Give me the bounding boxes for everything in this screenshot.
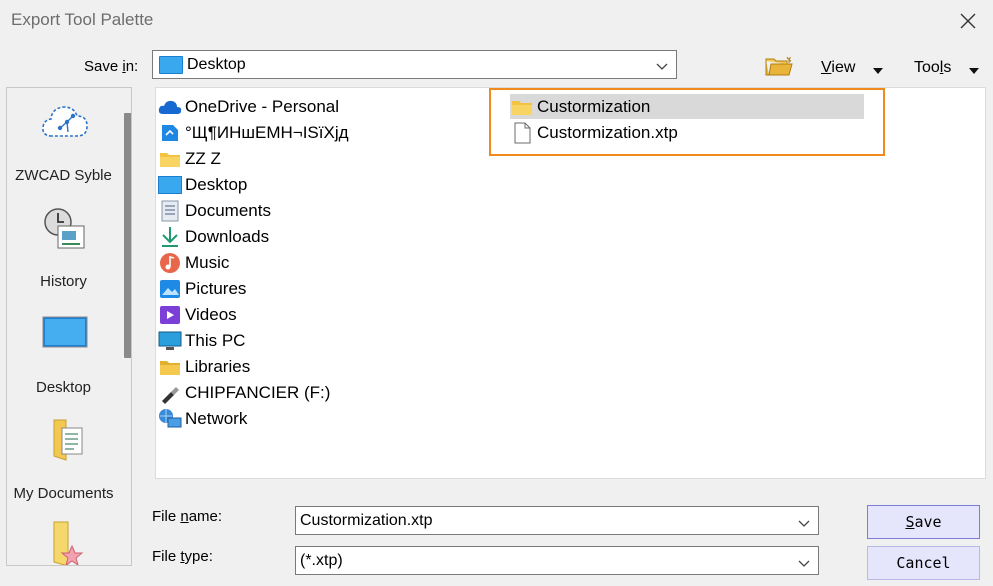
list-item[interactable]: Music <box>158 251 229 275</box>
view-menu-button[interactable]: View <box>821 59 855 77</box>
list-item[interactable]: CHIPFANCIER (F:) <box>158 381 330 405</box>
list-item[interactable]: Desktop <box>158 173 247 197</box>
caret-down-icon[interactable] <box>969 62 979 79</box>
file-name-input[interactable]: Custormization.xtp <box>295 506 819 535</box>
places-bar: ZWCAD Syble History Desktop My Documents <box>6 87 132 566</box>
place-zwcad-syble[interactable] <box>7 96 120 150</box>
place-favorites[interactable] <box>7 518 120 565</box>
cancel-button[interactable]: Cancel <box>867 546 980 580</box>
favorites-icon <box>53 521 84 565</box>
file-icon <box>510 122 534 144</box>
list-item[interactable]: Custormization.xtp <box>510 121 678 145</box>
list-item-selected[interactable]: Custormization <box>510 95 650 119</box>
pictures-icon <box>158 278 182 300</box>
close-icon <box>960 13 976 29</box>
close-button[interactable] <box>950 6 986 36</box>
chevron-down-icon <box>656 58 668 75</box>
title-bar: Export Tool Palette <box>0 0 993 42</box>
place-my-documents[interactable] <box>7 414 120 468</box>
places-scrollbar[interactable] <box>124 113 131 358</box>
onedrive-icon <box>158 96 182 118</box>
place-label: History <box>40 273 87 290</box>
new-folder-button[interactable] <box>765 56 795 78</box>
chevron-down-icon[interactable] <box>798 555 810 572</box>
file-type-label: File type: <box>152 548 213 565</box>
save-in-label: Save in: <box>84 58 139 75</box>
my-documents-icon <box>53 419 83 461</box>
file-name-value: Custormization.xtp <box>300 512 433 529</box>
place-label: My Documents <box>13 485 114 502</box>
folder-icon <box>158 148 182 170</box>
file-list[interactable]: OneDrive - Personal °Щ¶ИНшЕМН¬ISïXjд ZZ … <box>155 87 986 479</box>
computer-icon <box>158 330 182 352</box>
list-item[interactable]: Videos <box>158 303 237 327</box>
file-name-label: File name: <box>152 508 223 525</box>
save-button[interactable]: Save <box>867 505 980 539</box>
file-type-value: (*.xtp) <box>300 552 343 569</box>
download-icon <box>158 226 182 248</box>
network-icon <box>158 408 182 430</box>
libraries-icon <box>158 356 182 378</box>
caret-down-icon[interactable] <box>873 62 883 79</box>
videos-icon <box>158 304 182 326</box>
history-clock-icon <box>44 208 85 249</box>
desktop-icon <box>159 56 183 78</box>
desktop-icon <box>158 174 182 196</box>
save-in-value: Desktop <box>187 56 246 73</box>
chevron-down-icon[interactable] <box>798 515 810 532</box>
list-item[interactable]: Pictures <box>158 277 246 301</box>
folder-icon <box>510 96 534 118</box>
usb-drive-icon <box>158 382 182 404</box>
list-item[interactable]: Libraries <box>158 355 250 379</box>
list-item[interactable]: OneDrive - Personal <box>158 95 339 119</box>
app-icon <box>158 122 182 144</box>
list-item[interactable]: Documents <box>158 199 271 223</box>
music-icon <box>158 252 182 274</box>
desktop-icon <box>42 316 88 348</box>
cloud-share-icon <box>42 106 88 137</box>
file-type-dropdown[interactable]: (*.xtp) <box>295 546 819 575</box>
place-desktop[interactable] <box>7 314 120 358</box>
save-in-dropdown[interactable]: Desktop <box>152 50 677 79</box>
list-item[interactable]: °Щ¶ИНшЕМН¬ISïXjд <box>158 121 349 145</box>
list-item[interactable]: This PC <box>158 329 245 353</box>
list-item[interactable]: Downloads <box>158 225 269 249</box>
place-label: Desktop <box>35 379 92 396</box>
place-label: ZWCAD Syble <box>15 167 112 184</box>
documents-icon <box>158 200 182 222</box>
window-title: Export Tool Palette <box>11 10 154 29</box>
list-item[interactable]: ZZ Z <box>158 147 221 171</box>
tools-menu-button[interactable]: Tools <box>914 59 951 77</box>
new-folder-icon <box>765 56 793 76</box>
list-item[interactable]: Network <box>158 407 247 431</box>
place-history[interactable] <box>7 204 120 258</box>
